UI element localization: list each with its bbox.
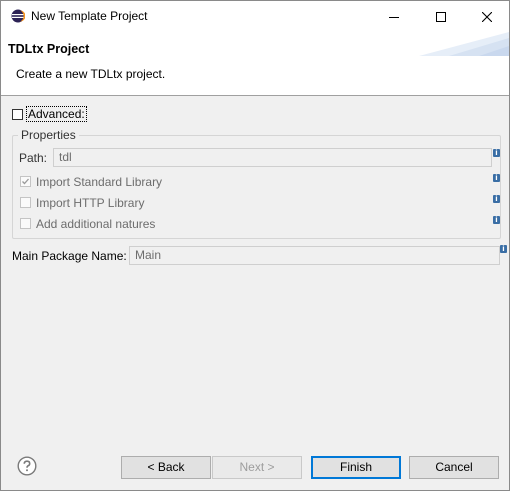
checkmark-icon xyxy=(22,178,29,185)
minimize-icon xyxy=(389,16,399,18)
import-http-library-info-icon: i xyxy=(493,195,500,203)
advanced-label[interactable]: Advanced: xyxy=(26,106,87,122)
properties-group-title: Properties xyxy=(18,128,79,142)
main-package-name-info-icon: i xyxy=(500,245,507,253)
minimize-button[interactable] xyxy=(371,1,417,32)
header-banner-graphic xyxy=(419,32,509,56)
back-button[interactable]: < Back xyxy=(121,456,211,479)
window-title: New Template Project xyxy=(31,9,148,23)
next-button[interactable]: Next > xyxy=(212,456,302,479)
maximize-button[interactable] xyxy=(418,1,464,32)
import-standard-library-label: Import Standard Library xyxy=(36,175,163,189)
import-standard-library-info-icon: i xyxy=(493,174,500,182)
advanced-checkbox[interactable] xyxy=(12,109,23,120)
wizard-page-title: TDLtx Project xyxy=(8,42,90,56)
close-icon xyxy=(482,11,492,22)
eclipse-app-icon xyxy=(11,9,25,23)
dialog-window: New Template Project TDLtx Project Creat… xyxy=(0,0,510,491)
path-label: Path: xyxy=(19,151,48,165)
add-additional-natures-checkbox[interactable] xyxy=(20,218,31,229)
add-additional-natures-info-icon: i xyxy=(493,216,500,224)
main-package-name-field[interactable]: Main xyxy=(129,246,500,265)
wizard-page-description: Create a new TDLtx project. xyxy=(16,67,166,81)
help-icon[interactable] xyxy=(17,456,37,476)
wizard-header: TDLtx Project Create a new TDLtx project… xyxy=(1,32,509,96)
maximize-icon xyxy=(436,11,446,22)
cancel-button[interactable]: Cancel xyxy=(409,456,499,479)
import-standard-library-checkbox[interactable] xyxy=(20,176,31,187)
finish-button[interactable]: Finish xyxy=(311,456,401,479)
path-info-icon: i xyxy=(493,149,500,157)
import-http-library-checkbox[interactable] xyxy=(20,197,31,208)
path-field[interactable]: tdl xyxy=(53,148,492,167)
import-http-library-label: Import HTTP Library xyxy=(36,196,145,210)
add-additional-natures-label: Add additional natures xyxy=(36,217,156,231)
main-package-name-label: Main Package Name: xyxy=(12,249,127,263)
title-bar[interactable]: New Template Project xyxy=(1,1,509,32)
close-button[interactable] xyxy=(464,1,510,32)
